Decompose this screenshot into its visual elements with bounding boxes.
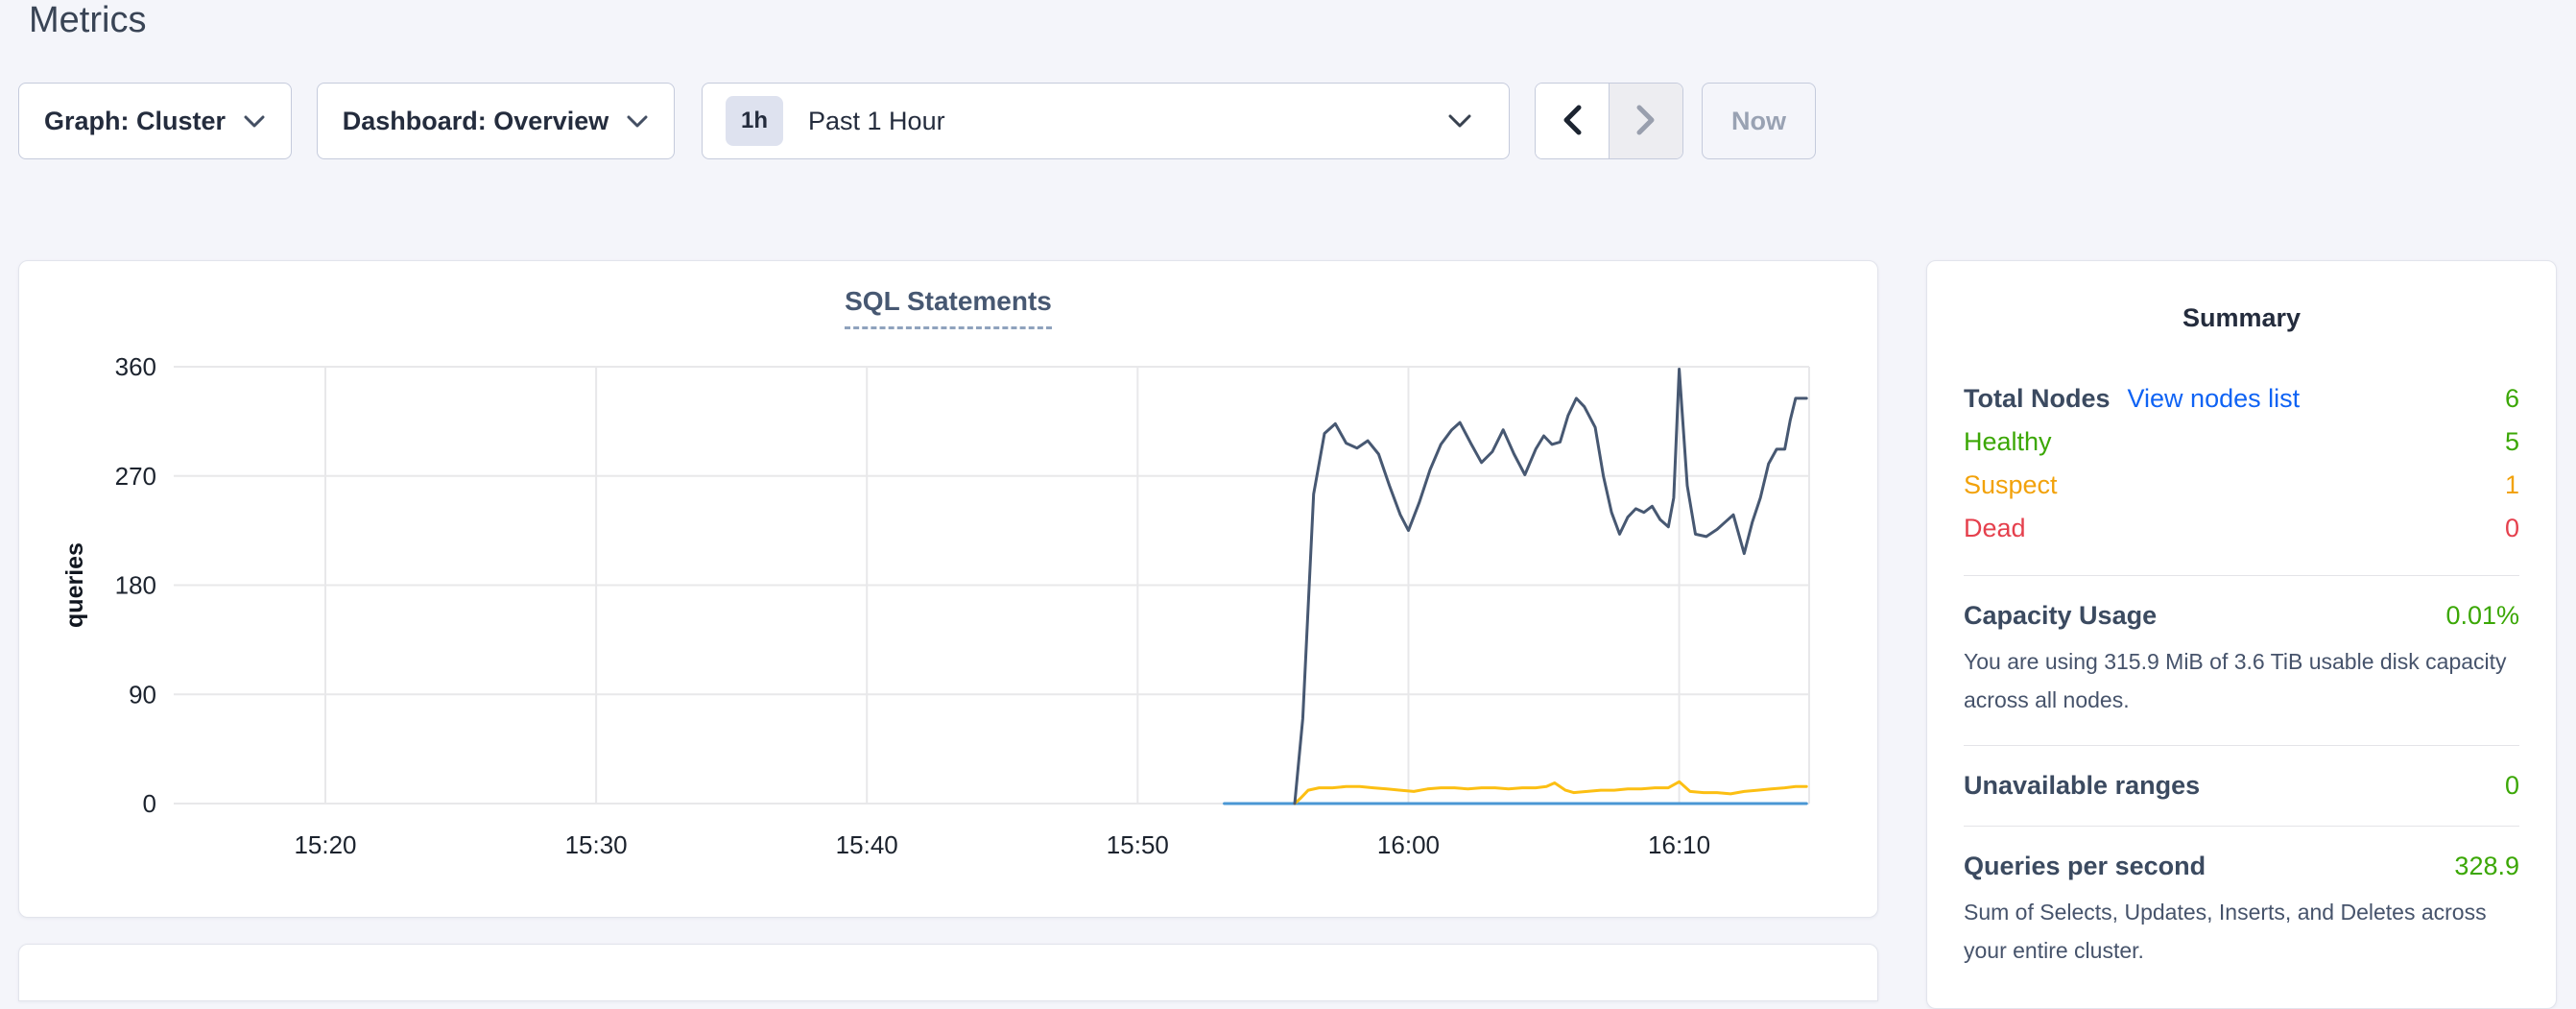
total-nodes-row: Total Nodes View nodes list 6 (1964, 377, 2519, 420)
view-nodes-list-link[interactable]: View nodes list (2128, 384, 2301, 414)
dead-nodes-row: Dead 0 (1964, 507, 2519, 550)
total-nodes-label: Total Nodes (1964, 384, 2111, 414)
queries-per-second-value: 328.9 (2454, 852, 2519, 881)
time-window-badge: 1h (726, 96, 783, 146)
summary-panel: Summary Total Nodes View nodes list 6 He… (1926, 260, 2557, 1009)
divider (1964, 575, 2519, 576)
divider (1964, 826, 2519, 827)
time-window-label: Past 1 Hour (808, 107, 945, 136)
chevron-down-icon (1447, 113, 1472, 129)
queries-per-second-section: Queries per second 328.9 Sum of Selects,… (1964, 852, 2519, 971)
dashboard-selector-dropdown[interactable]: Dashboard: Overview (317, 83, 675, 159)
y-tick-label: 90 (129, 680, 156, 709)
chevron-left-icon (1560, 103, 1585, 140)
toolbar: Graph: Cluster Dashboard: Overview 1h Pa… (18, 83, 1816, 159)
now-button[interactable]: Now (1702, 83, 1816, 159)
capacity-usage-value: 0.01% (2445, 601, 2519, 631)
capacity-usage-label: Capacity Usage (1964, 601, 2157, 631)
suspect-nodes-row: Suspect 1 (1964, 464, 2519, 507)
x-tick-label: 15:40 (836, 830, 898, 859)
time-pager (1535, 83, 1683, 159)
capacity-usage-description: You are using 315.9 MiB of 3.6 TiB usabl… (1964, 642, 2519, 720)
queries-per-second-description: Sum of Selects, Updates, Inserts, and De… (1964, 893, 2519, 971)
x-tick-label: 16:10 (1648, 830, 1710, 859)
y-tick-label: 0 (143, 789, 156, 818)
node-status-table: Total Nodes View nodes list 6 Healthy 5 … (1964, 377, 2519, 550)
sql-statements-chart[interactable]: 0 90 180 270 360 15:20 15:30 15:40 15:50 16:00 16:… (19, 261, 1879, 895)
healthy-label: Healthy (1964, 427, 2052, 457)
y-tick-label: 270 (115, 462, 156, 491)
healthy-nodes-row: Healthy 5 (1964, 420, 2519, 464)
y-tick-label: 180 (115, 571, 156, 600)
divider (1964, 745, 2519, 746)
chevron-down-icon (626, 114, 649, 129)
unavailable-ranges-label: Unavailable ranges (1964, 771, 2200, 801)
chevron-down-icon (243, 114, 266, 129)
suspect-value: 1 (2505, 470, 2519, 500)
chevron-right-icon (1634, 103, 1658, 140)
suspect-label: Suspect (1964, 470, 2058, 500)
x-tick-label: 15:50 (1107, 830, 1169, 859)
y-axis-label: queries (61, 542, 88, 628)
queries-per-second-label: Queries per second (1964, 852, 2206, 881)
page-title: Metrics (29, 0, 146, 42)
next-chart-card (18, 944, 1878, 1001)
unavailable-ranges-value: 0 (2505, 771, 2519, 801)
x-tick-label: 15:30 (565, 830, 628, 859)
y-tick-label: 360 (115, 352, 156, 381)
capacity-usage-section: Capacity Usage 0.01% You are using 315.9… (1964, 601, 2519, 720)
chart-line-yellow (1295, 781, 1806, 804)
dead-value: 0 (2505, 514, 2519, 543)
x-tick-label: 15:20 (294, 830, 356, 859)
x-tick-label: 16:00 (1377, 830, 1440, 859)
graph-selector-dropdown[interactable]: Graph: Cluster (18, 83, 292, 159)
chart-line-navy (1295, 370, 1806, 805)
next-time-button[interactable] (1609, 84, 1682, 158)
prev-time-button[interactable] (1536, 84, 1609, 158)
dead-label: Dead (1964, 514, 2026, 543)
sql-statements-card: SQL Statements 09018027036015:2015:3015:… (18, 260, 1878, 918)
total-nodes-value: 6 (2505, 384, 2519, 414)
time-range-dropdown[interactable]: 1h Past 1 Hour (702, 83, 1510, 159)
unavailable-ranges-section: Unavailable ranges 0 (1964, 771, 2519, 801)
summary-title: Summary (1964, 303, 2519, 333)
dashboard-selector-label: Dashboard: Overview (343, 107, 609, 136)
graph-selector-label: Graph: Cluster (44, 107, 226, 136)
healthy-value: 5 (2505, 427, 2519, 457)
